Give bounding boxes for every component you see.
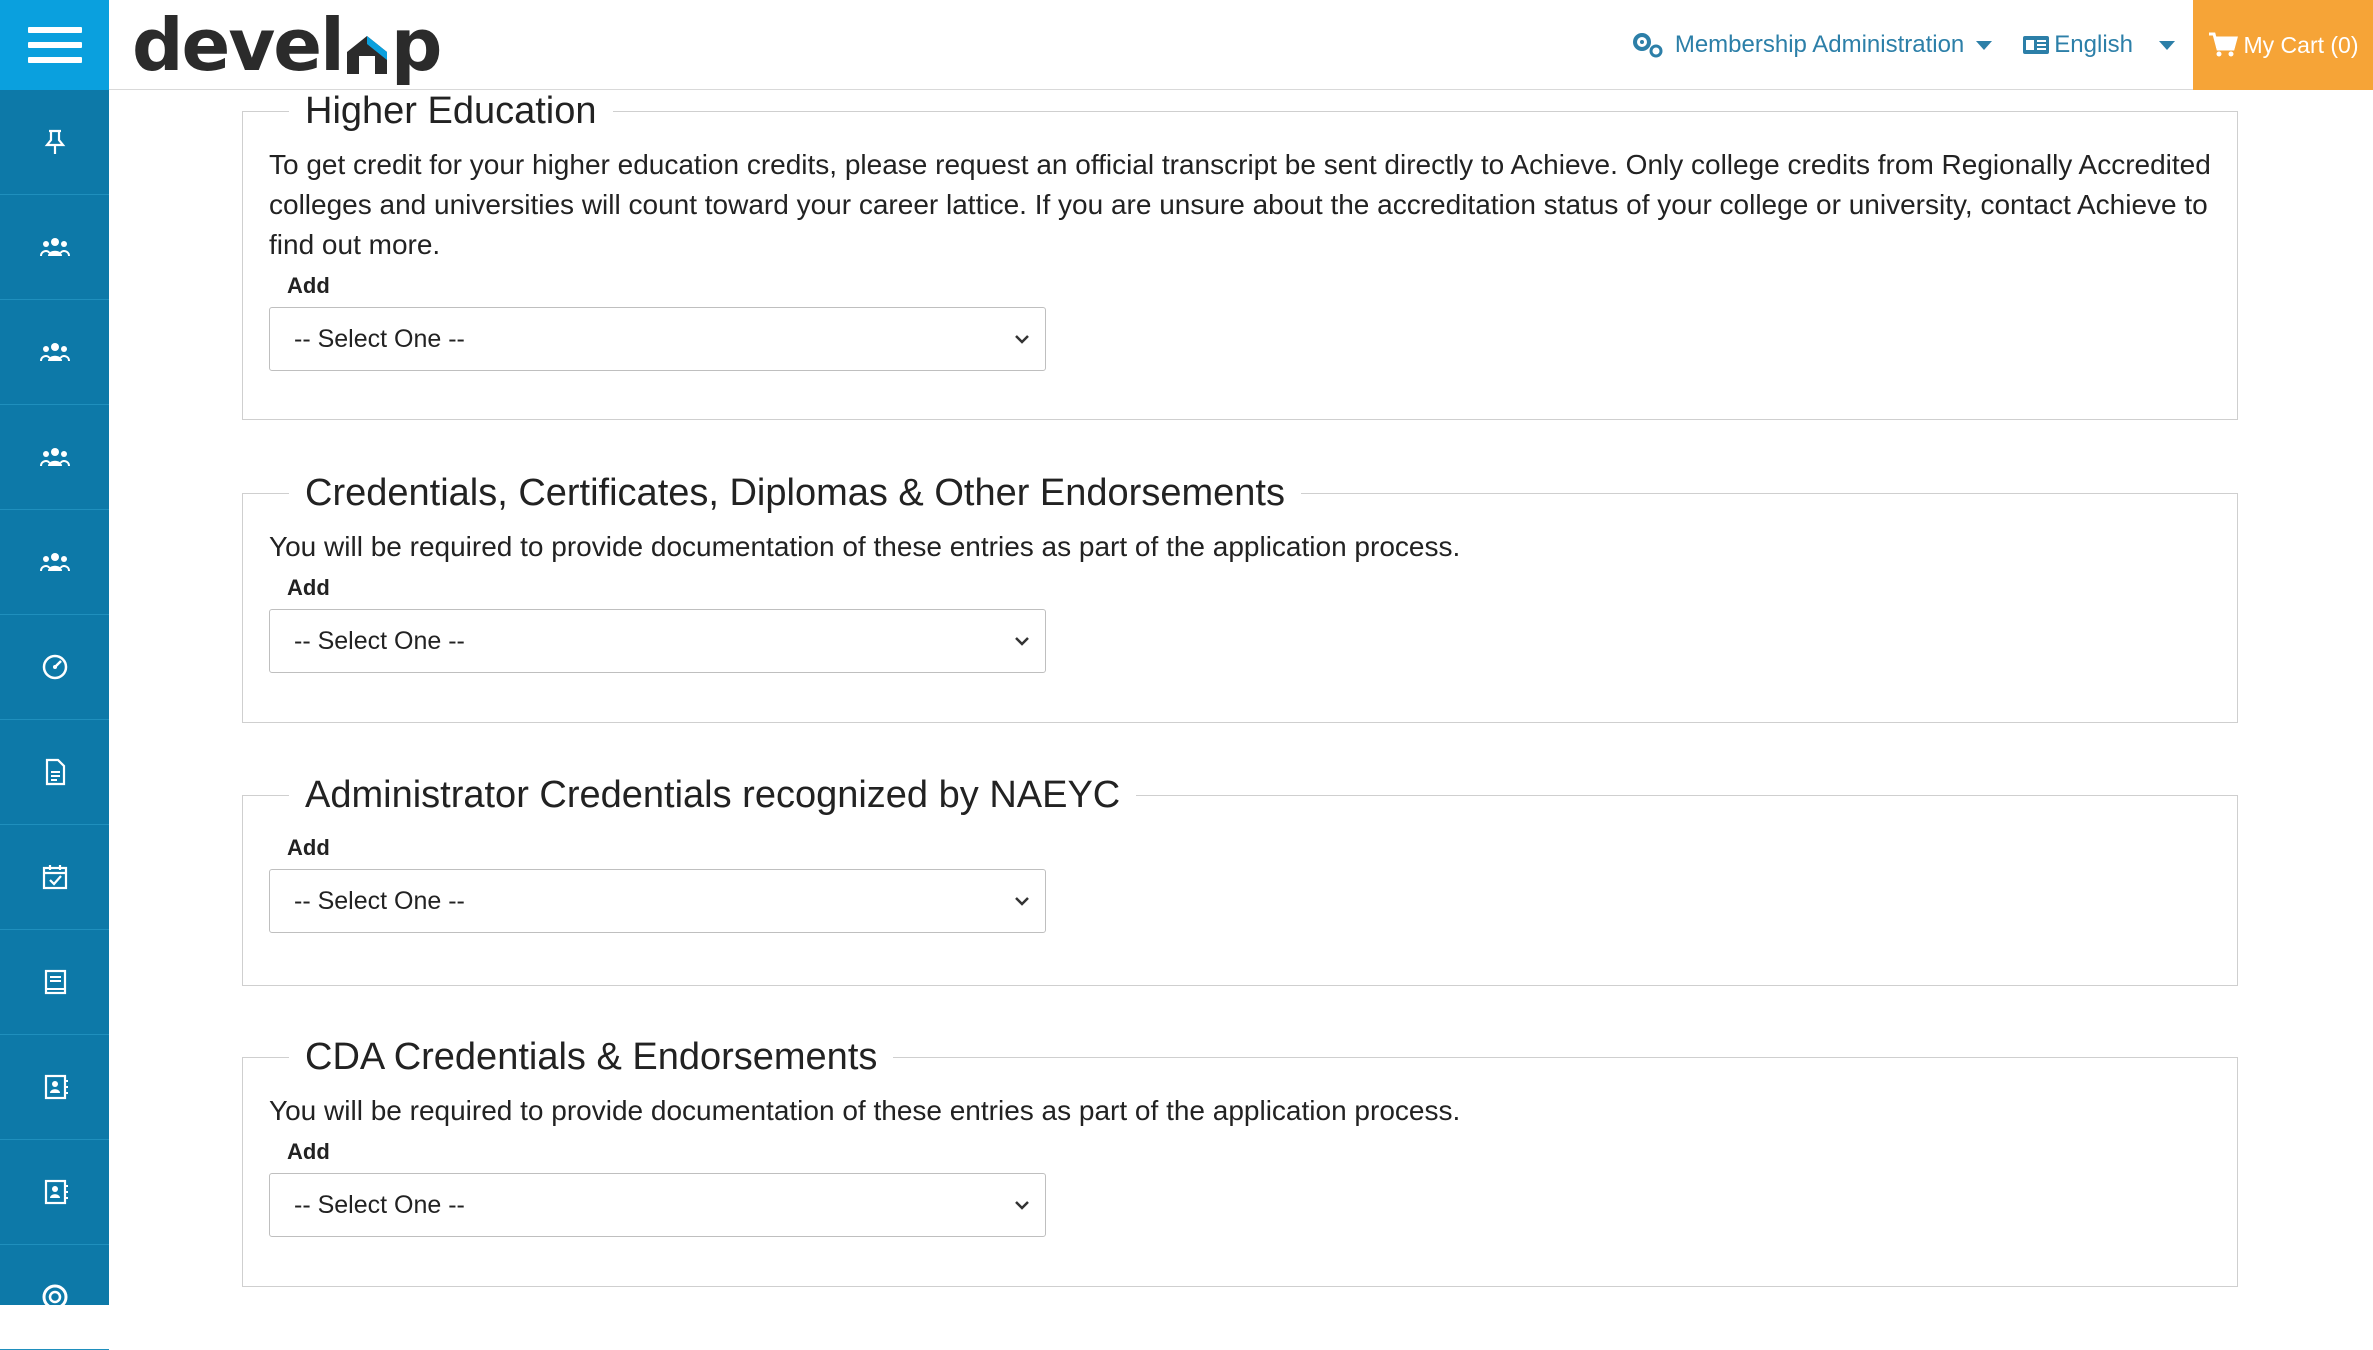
- menu-icon-bar: [27, 27, 82, 33]
- pin-icon: [44, 129, 65, 154]
- language-card-icon: [2023, 36, 2050, 54]
- calendar-check-icon: [42, 865, 67, 890]
- users-icon: [39, 448, 70, 467]
- sidebar-item-support[interactable]: [0, 1245, 109, 1350]
- contact-card-icon: [44, 1074, 68, 1100]
- chevron-down-icon: [2159, 40, 2175, 50]
- menu-icon-bar: [27, 42, 82, 48]
- top-bar: devel p Membership Administration Englis…: [0, 0, 2373, 90]
- chevron-down-icon: [1015, 335, 1029, 344]
- sidebar-item-pin[interactable]: [0, 90, 109, 195]
- sidebar-item-dashboard[interactable]: [0, 615, 109, 720]
- users-icon: [39, 343, 70, 362]
- sidebar-item-contact-1[interactable]: [0, 1035, 109, 1140]
- select-value: -- Select One --: [294, 626, 465, 655]
- chevron-down-icon: [1976, 40, 1993, 50]
- administrator-credentials-select[interactable]: -- Select One --: [269, 869, 1046, 933]
- select-value: -- Select One --: [294, 886, 465, 915]
- section-description: You will be required to provide document…: [269, 531, 1461, 562]
- credentials-select[interactable]: -- Select One --: [269, 609, 1046, 673]
- section-title: Higher Education: [305, 90, 597, 132]
- menu-toggle-button[interactable]: [0, 0, 109, 90]
- section-description: To get credit for your higher education …: [269, 149, 2211, 260]
- add-label: Add: [287, 273, 330, 298]
- logo-house-icon: [344, 15, 390, 75]
- membership-admin-menu[interactable]: Membership Administration: [1631, 31, 1993, 59]
- lifebuoy-icon: [42, 1284, 67, 1310]
- select-value: -- Select One --: [294, 1190, 465, 1219]
- credentials-section: Credentials, Certificates, Diplomas & Ot…: [242, 472, 2238, 723]
- users-icon: [39, 238, 70, 257]
- sidebar-item-users-2[interactable]: [0, 300, 109, 405]
- users-icon: [39, 553, 70, 572]
- language-label: English: [2054, 31, 2133, 58]
- sidebar-item-contact-2[interactable]: [0, 1140, 109, 1245]
- section-title: CDA Credentials & Endorsements: [305, 1036, 878, 1078]
- sidebar-item-document[interactable]: [0, 720, 109, 825]
- higher-education-select[interactable]: -- Select One --: [269, 307, 1046, 371]
- logo-text-right: p: [390, 3, 443, 87]
- book-icon: [44, 969, 66, 995]
- sidebar-item-users-4[interactable]: [0, 510, 109, 615]
- sidebar: [0, 90, 109, 1350]
- cart-icon: [2208, 32, 2238, 57]
- menu-icon-bar: [27, 57, 82, 63]
- section-title: Administrator Credentials recognized by …: [305, 774, 1121, 816]
- cart-label: My Cart (0): [2243, 31, 2359, 58]
- sidebar-item-users-1[interactable]: [0, 195, 109, 300]
- my-cart-button[interactable]: My Cart (0): [2193, 0, 2373, 90]
- sidebar-item-users-3[interactable]: [0, 405, 109, 510]
- chevron-down-icon: [1015, 637, 1029, 646]
- header-nav: Membership Administration English My Car…: [1631, 0, 2373, 90]
- membership-admin-label: Membership Administration: [1674, 31, 1965, 58]
- add-label: Add: [287, 835, 330, 860]
- dashboard-icon: [42, 654, 67, 680]
- language-menu[interactable]: English: [2022, 31, 2175, 59]
- select-value: -- Select One --: [294, 324, 465, 353]
- sidebar-item-calendar[interactable]: [0, 825, 109, 930]
- develop-logo[interactable]: devel p: [132, 0, 443, 90]
- sidebar-item-book[interactable]: [0, 930, 109, 1035]
- administrator-credentials-section: Administrator Credentials recognized by …: [242, 774, 2238, 986]
- document-icon: [45, 758, 65, 786]
- contact-card-icon: [44, 1179, 68, 1205]
- section-description: You will be required to provide document…: [269, 1095, 1461, 1126]
- cda-credentials-select[interactable]: -- Select One --: [269, 1173, 1046, 1237]
- chevron-down-icon: [1015, 1201, 1029, 1210]
- logo-text-left: devel: [132, 3, 345, 87]
- add-label: Add: [287, 575, 330, 600]
- higher-education-section: Higher Education To get credit for your …: [242, 90, 2238, 420]
- section-title: Credentials, Certificates, Diplomas & Ot…: [305, 472, 1285, 514]
- cda-credentials-section: CDA Credentials & Endorsements You will …: [242, 1036, 2238, 1287]
- main-content: Higher Education To get credit for your …: [109, 90, 2373, 1305]
- chevron-down-icon: [1015, 897, 1029, 906]
- gears-icon: [1632, 33, 1663, 58]
- add-label: Add: [287, 1139, 330, 1164]
